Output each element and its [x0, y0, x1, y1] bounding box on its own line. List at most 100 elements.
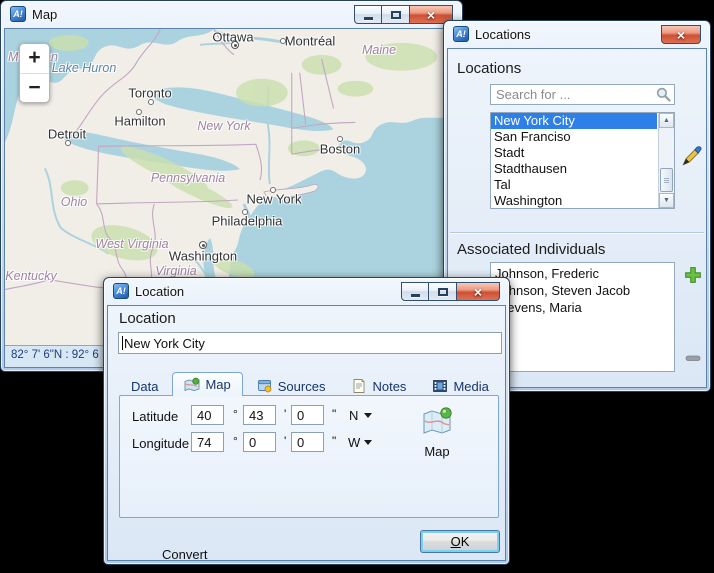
location-input[interactable]: New York City — [118, 332, 502, 354]
tab-label: Sources — [278, 379, 326, 394]
minute-symbol: ' — [284, 434, 286, 448]
locations-section-title: Locations — [457, 60, 521, 77]
maximize-icon — [391, 11, 401, 19]
tab-data[interactable]: Data — [119, 375, 170, 396]
city-marker-icon — [231, 41, 239, 49]
location-list-item[interactable]: New York City — [491, 113, 657, 129]
close-button[interactable]: × — [457, 282, 500, 301]
minimize-button[interactable] — [401, 282, 429, 301]
close-icon: × — [427, 8, 435, 22]
city-marker-icon — [270, 187, 276, 193]
tab-notes[interactable]: Notes — [339, 375, 418, 396]
location-list-item[interactable]: Stadt — [491, 145, 657, 161]
map-label: Lake Huron — [52, 61, 117, 75]
map-label: West Virginia — [95, 237, 168, 251]
search-input[interactable] — [490, 84, 675, 105]
map-label: Montréal — [285, 34, 336, 49]
city-marker-icon — [337, 136, 343, 142]
map-window-caption-buttons: × — [354, 5, 453, 24]
notes-icon — [351, 378, 367, 394]
convert-button[interactable]: Convert — [162, 547, 208, 561]
city-marker-icon — [280, 38, 286, 44]
latitude-seconds-input[interactable] — [291, 405, 324, 425]
locations-caption-buttons: × — [661, 25, 701, 44]
tab-map[interactable]: Map — [172, 372, 242, 396]
map-icon — [421, 424, 453, 441]
ok-button[interactable]: OK — [420, 530, 500, 553]
sources-icon — [257, 378, 273, 394]
degree-symbol: ° — [233, 434, 238, 448]
search-icon[interactable] — [655, 86, 672, 103]
second-symbol: " — [332, 407, 336, 421]
ok-label-rest: K — [461, 534, 470, 549]
location-list-item[interactable]: San Franciso — [491, 129, 657, 145]
map-label: Virginia — [155, 264, 196, 278]
close-icon: × — [677, 28, 685, 42]
latitude-hemisphere-select[interactable]: N — [349, 408, 358, 423]
dialog-caption-buttons: × — [401, 282, 500, 301]
longitude-hemisphere-select[interactable]: W — [348, 435, 360, 450]
second-symbol: " — [332, 434, 336, 448]
dialog-tabs: DataMap Sources Notes Media — [119, 372, 503, 396]
map-label: Boston — [320, 142, 360, 157]
zoom-in-button[interactable]: + — [20, 44, 49, 73]
search-field-wrap — [490, 84, 675, 105]
close-button[interactable]: × — [661, 25, 701, 44]
locations-list: ▲ ▼ New York CitySan FrancisoStadtStadth… — [490, 112, 675, 209]
minimize-icon — [364, 17, 373, 20]
location-list-item[interactable]: Washington — [491, 193, 657, 209]
degree-symbol: ° — [233, 407, 238, 421]
location-list-item[interactable]: Tal — [491, 177, 657, 193]
longitude-minutes-input[interactable] — [243, 432, 276, 452]
scrollbar[interactable]: ▲ ▼ — [658, 113, 674, 208]
ancestris-app-icon: A! — [453, 26, 469, 42]
ancestris-app-icon: A! — [10, 6, 26, 22]
tab-label: Notes — [372, 379, 406, 394]
map-button-label: Map — [408, 444, 466, 459]
city-marker-icon — [65, 140, 71, 146]
scroll-down-icon[interactable]: ▼ — [659, 193, 674, 208]
map-window-title: Map — [32, 7, 57, 22]
scrollbar-thumb[interactable] — [660, 168, 673, 192]
tab-label: Media — [453, 379, 488, 394]
latitude-degrees-input[interactable] — [191, 405, 224, 425]
map-label: Hamilton — [114, 114, 165, 129]
location-dialog-title: Location — [135, 284, 184, 299]
map-tab-panel: Latitude ° ' " N Longitude ° ' " W Conve… — [119, 395, 499, 518]
locations-window-title: Locations — [475, 27, 531, 42]
ancestris-app-icon: A! — [113, 283, 129, 299]
individual-list-item[interactable]: Johnson, Frederic — [491, 265, 674, 282]
minimize-button[interactable] — [354, 5, 382, 24]
zoom-out-button[interactable]: − — [20, 73, 49, 103]
edit-pen-icon[interactable] — [680, 146, 702, 168]
media-icon — [432, 378, 448, 394]
location-dialog: A! Location × Location New York City Dat… — [103, 277, 510, 565]
minute-symbol: ' — [284, 407, 286, 421]
maximize-button[interactable] — [429, 282, 457, 301]
longitude-degrees-input[interactable] — [191, 432, 224, 452]
city-marker-icon — [199, 241, 207, 249]
individual-list-item[interactable]: Johnson, Steven Jacob — [491, 282, 674, 299]
chevron-down-icon[interactable] — [364, 440, 372, 445]
close-icon: × — [474, 285, 482, 299]
dialog-content: Location New York City DataMapSourcesNot… — [107, 305, 506, 561]
chevron-down-icon[interactable] — [364, 413, 372, 418]
longitude-seconds-input[interactable] — [291, 432, 324, 452]
latitude-minutes-input[interactable] — [243, 405, 276, 425]
remove-individual-button[interactable] — [685, 350, 701, 362]
tab-media[interactable]: Media — [420, 375, 500, 396]
city-marker-icon — [148, 99, 154, 105]
tab-sources[interactable]: Sources — [245, 375, 338, 396]
city-marker-icon — [242, 209, 248, 215]
section-divider — [450, 232, 704, 233]
add-individual-button[interactable] — [684, 266, 702, 284]
individual-list-item[interactable]: Stevens, Maria — [491, 299, 674, 316]
location-list-item[interactable]: Stadthausen — [491, 161, 657, 177]
latitude-label: Latitude — [132, 409, 178, 424]
maximize-icon — [438, 288, 448, 296]
scroll-up-icon[interactable]: ▲ — [659, 113, 674, 128]
show-map-button[interactable]: Map — [408, 405, 466, 465]
zoom-control: + − — [19, 43, 50, 103]
text-caret — [122, 336, 123, 350]
maximize-button[interactable] — [382, 5, 410, 24]
